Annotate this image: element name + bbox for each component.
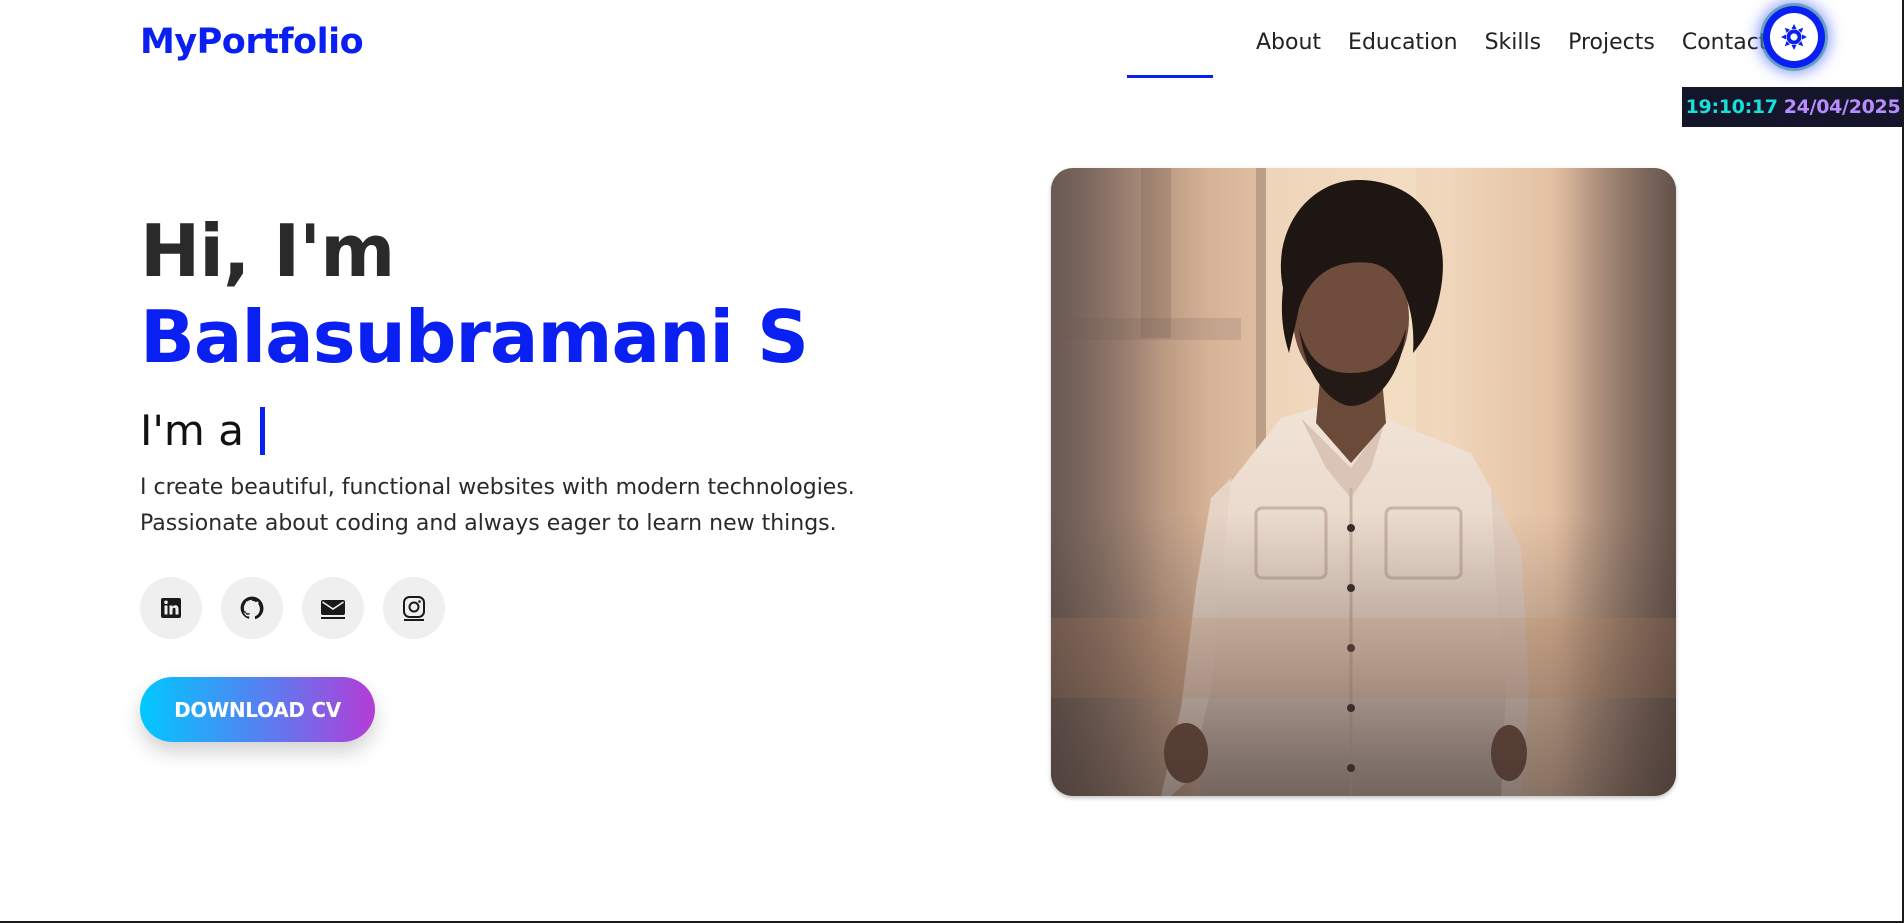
hero-intro: I create beautiful, functional websites … bbox=[140, 475, 855, 536]
nav-projects[interactable]: Projects bbox=[1568, 30, 1655, 55]
hero-heading: Hi, I'm Balasubramani S bbox=[140, 208, 960, 380]
nav-contact[interactable]: Contact bbox=[1682, 30, 1768, 55]
social-links bbox=[140, 577, 464, 639]
linkedin-icon bbox=[161, 598, 181, 618]
clock-time: 19:10:17 bbox=[1685, 96, 1778, 118]
hero-name: Balasubramani S bbox=[140, 295, 809, 379]
github-link[interactable] bbox=[221, 577, 283, 639]
sun-icon bbox=[1781, 24, 1807, 50]
nav-education[interactable]: Education bbox=[1348, 30, 1458, 55]
nav-active-indicator bbox=[1127, 75, 1213, 78]
github-icon bbox=[240, 596, 264, 620]
nav-skills[interactable]: Skills bbox=[1485, 30, 1542, 55]
logo[interactable]: MyPortfolio bbox=[140, 22, 364, 62]
profile-photo bbox=[1051, 168, 1676, 796]
portrait-illustration bbox=[1051, 168, 1676, 796]
email-icon bbox=[321, 600, 345, 619]
download-cv-button[interactable]: DOWNLOAD CV bbox=[140, 677, 375, 742]
role-prefix: I'm a bbox=[140, 406, 244, 455]
linkedin-link[interactable] bbox=[140, 577, 202, 639]
email-link[interactable] bbox=[302, 577, 364, 639]
clock-widget: 19:10:17 24/04/2025 bbox=[1682, 87, 1902, 127]
greeting-prefix: Hi, I'm bbox=[140, 209, 395, 293]
instagram-link[interactable] bbox=[383, 577, 445, 639]
main-nav: About Education Skills Projects Contact bbox=[1128, 30, 1767, 55]
theme-toggle-button[interactable] bbox=[1763, 6, 1825, 68]
instagram-icon bbox=[403, 596, 425, 621]
typed-role-line: I'm a bbox=[140, 406, 265, 455]
typing-cursor bbox=[259, 406, 265, 455]
page: MyPortfolio About Education Skills Proje… bbox=[0, 0, 1904, 923]
theme-toggle-inner bbox=[1770, 13, 1818, 61]
nav-about[interactable]: About bbox=[1256, 30, 1321, 55]
clock-date: 24/04/2025 bbox=[1783, 96, 1901, 118]
